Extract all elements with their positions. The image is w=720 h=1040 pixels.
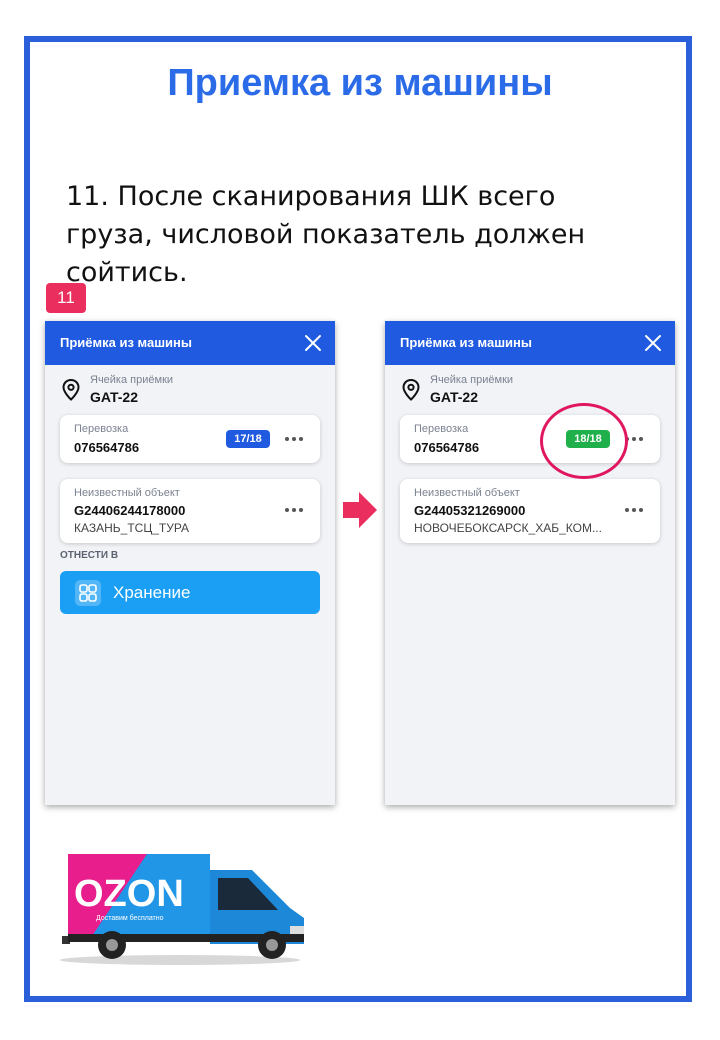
cell-value: GAT-22 bbox=[90, 389, 138, 405]
location-pin-icon bbox=[402, 379, 420, 401]
screen-before: Приёмка из машины Ячейка приёмки GAT-22 … bbox=[45, 321, 335, 805]
storage-button-label: Хранение bbox=[113, 583, 191, 602]
shipment-label: Перевозка bbox=[74, 423, 129, 435]
move-to-label: ОТНЕСТИ В bbox=[60, 550, 119, 561]
object-barcode: G24406244178000 bbox=[74, 503, 186, 518]
screen-title: Приёмка из машины bbox=[400, 335, 532, 350]
storage-grid-icon bbox=[75, 580, 101, 606]
close-icon[interactable] bbox=[303, 333, 323, 353]
receiving-cell: Ячейка приёмки GAT-22 bbox=[45, 365, 335, 413]
object-label: Неизвестный объект bbox=[414, 487, 520, 499]
storage-button[interactable]: Хранение bbox=[60, 571, 320, 614]
app-header: Приёмка из машины bbox=[385, 321, 675, 365]
more-options-icon[interactable] bbox=[624, 507, 644, 513]
cell-label: Ячейка приёмки bbox=[430, 374, 514, 386]
screen-title: Приёмка из машины bbox=[60, 335, 192, 350]
step-badge: 11 bbox=[46, 283, 86, 313]
app-header: Приёмка из машины bbox=[45, 321, 335, 365]
scan-counter-badge: 17/18 bbox=[226, 430, 270, 448]
more-options-icon[interactable] bbox=[284, 436, 304, 442]
shipment-number: 076564786 bbox=[74, 440, 140, 455]
unknown-object-card[interactable]: Неизвестный объект G24406244178000 КАЗАН… bbox=[60, 479, 320, 543]
slide-title: Приемка из машины bbox=[167, 62, 553, 104]
location-pin-icon bbox=[62, 379, 80, 401]
more-options-icon[interactable] bbox=[284, 507, 304, 513]
unknown-object-card[interactable]: Неизвестный объект G24405321269000 НОВОЧ… bbox=[400, 479, 660, 543]
truck-brand-text: OZON bbox=[74, 873, 184, 915]
instruction-text: 11. После сканирования ШК всего груза, ч… bbox=[66, 181, 586, 288]
arrow-right-icon bbox=[343, 492, 377, 528]
counter-highlight-circle bbox=[540, 403, 628, 479]
object-label: Неизвестный объект bbox=[74, 487, 180, 499]
cell-value: GAT-22 bbox=[430, 389, 478, 405]
shipment-number: 076564786 bbox=[414, 440, 480, 455]
screen-after: Приёмка из машины Ячейка приёмки GAT-22 … bbox=[385, 321, 675, 805]
truck-slogan-text: Доставим бесплатно bbox=[96, 914, 164, 922]
shipment-label: Перевозка bbox=[414, 423, 469, 435]
object-destination: КАЗАНЬ_ТСЦ_ТУРА bbox=[74, 521, 190, 535]
close-icon[interactable] bbox=[643, 333, 663, 353]
object-barcode: G24405321269000 bbox=[414, 503, 526, 518]
ozon-truck-illustration: OZON Доставим бесплатно bbox=[60, 854, 304, 965]
cell-label: Ячейка приёмки bbox=[90, 374, 174, 386]
shipment-card[interactable]: Перевозка 076564786 17/18 bbox=[60, 415, 320, 463]
object-destination: НОВОЧЕБОКСАРСК_ХАБ_КОМ... bbox=[414, 521, 602, 535]
receiving-cell: Ячейка приёмки GAT-22 bbox=[385, 365, 675, 413]
